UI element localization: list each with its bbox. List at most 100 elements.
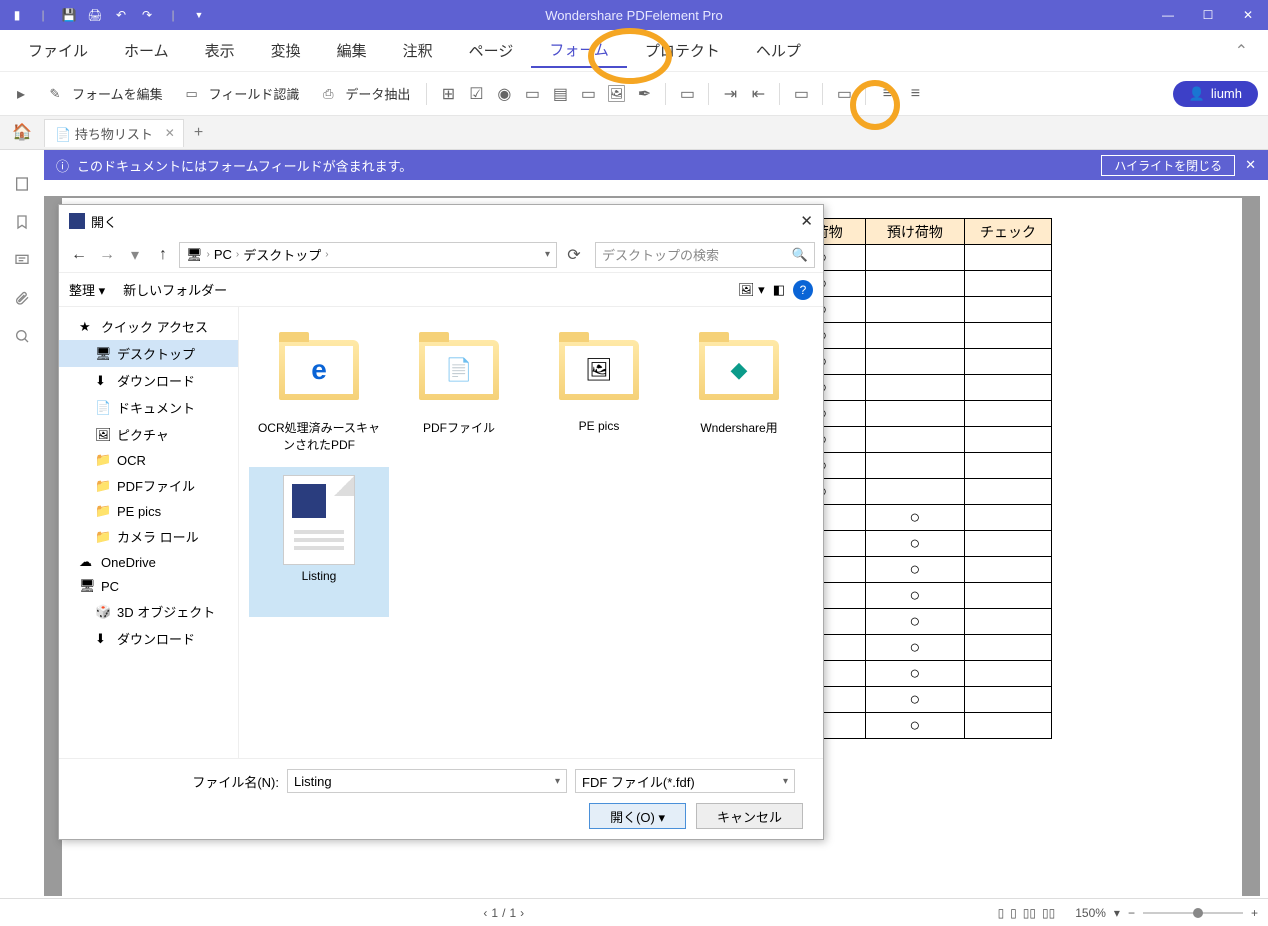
- bookmarks-icon[interactable]: [10, 210, 34, 234]
- refresh-icon[interactable]: ⟳: [561, 245, 587, 265]
- filename-input[interactable]: Listing ▾: [287, 769, 567, 793]
- edit-form-button[interactable]: ✎フォームを編集: [38, 79, 169, 109]
- menu-protect[interactable]: プロテクト: [627, 34, 738, 67]
- combobox-icon[interactable]: ▭: [521, 83, 543, 105]
- undo-icon[interactable]: ↶: [110, 4, 132, 26]
- folder-item[interactable]: 🖼PE pics: [529, 317, 669, 467]
- zoom-slider[interactable]: [1143, 912, 1243, 914]
- continuous-icon[interactable]: ▯: [1010, 906, 1017, 920]
- dialog-close-button[interactable]: ✕: [800, 212, 813, 230]
- save-icon[interactable]: 💾: [58, 4, 80, 26]
- add-tab-button[interactable]: +: [184, 124, 213, 142]
- chevron-down-icon[interactable]: ▾: [555, 776, 560, 787]
- page-navigator[interactable]: ‹ 1 / 1 ›: [483, 906, 524, 920]
- comments-icon[interactable]: [10, 248, 34, 272]
- file-filter-select[interactable]: FDF ファイル(*.fdf) ▾: [575, 769, 795, 793]
- data-extract-button[interactable]: ⎙データ抽出: [311, 79, 416, 109]
- button-icon[interactable]: ▭: [577, 83, 599, 105]
- tree-node[interactable]: ⬇ダウンロード: [59, 367, 238, 394]
- close-button[interactable]: ✕: [1228, 0, 1268, 30]
- radio-icon[interactable]: ◉: [493, 83, 515, 105]
- tree-node[interactable]: 📁OCR: [59, 448, 238, 472]
- thumbnails-icon[interactable]: [10, 172, 34, 196]
- file-item[interactable]: Listing: [249, 467, 389, 617]
- more-form-icon[interactable]: ▭: [790, 83, 812, 105]
- export-data-icon[interactable]: ⇤: [747, 83, 769, 105]
- close-highlight-button[interactable]: ハイライトを閉じる: [1101, 155, 1235, 176]
- redo-icon[interactable]: ↷: [136, 4, 158, 26]
- cancel-button[interactable]: キャンセル: [696, 803, 803, 829]
- menu-edit[interactable]: 編集: [319, 34, 385, 67]
- tree-node[interactable]: 📁PE pics: [59, 499, 238, 523]
- user-pill[interactable]: 👤liumh: [1173, 81, 1258, 107]
- tab-close-icon[interactable]: ✕: [165, 126, 175, 140]
- breadcrumb[interactable]: 🖥› PC› デスクトップ› ▾: [179, 242, 557, 268]
- tree-node[interactable]: ☁OneDrive: [59, 550, 238, 574]
- single-page-icon[interactable]: ▯: [998, 906, 1005, 920]
- tree-node[interactable]: 🖥デスクトップ: [59, 340, 238, 367]
- search-panel-icon[interactable]: [10, 324, 34, 348]
- minimize-button[interactable]: —: [1148, 0, 1188, 30]
- prev-page-icon[interactable]: ‹: [483, 906, 487, 920]
- menu-file[interactable]: ファイル: [10, 34, 106, 67]
- form-action-icon[interactable]: ▭: [676, 83, 698, 105]
- menu-form[interactable]: フォーム: [531, 33, 627, 68]
- field-recognition-button[interactable]: ▭フィールド認識: [175, 79, 306, 109]
- collapse-ribbon-icon[interactable]: ⌃: [1225, 41, 1258, 61]
- print-icon[interactable]: 🖨: [84, 4, 106, 26]
- two-continuous-icon[interactable]: ▯▯: [1042, 906, 1055, 920]
- tree-node[interactable]: ★クイック アクセス: [59, 313, 238, 340]
- menu-view[interactable]: 表示: [187, 34, 253, 67]
- listbox-icon[interactable]: ▤: [549, 83, 571, 105]
- checkbox-icon[interactable]: ☑: [465, 83, 487, 105]
- zoom-in-icon[interactable]: +: [1251, 906, 1258, 920]
- maximize-button[interactable]: ☐: [1188, 0, 1228, 30]
- textfield-icon[interactable]: ⊞: [437, 83, 459, 105]
- help-icon[interactable]: ?: [793, 280, 813, 300]
- menu-convert[interactable]: 変換: [253, 34, 319, 67]
- align-icon[interactable]: ≡: [876, 83, 898, 105]
- signature-icon[interactable]: ✒: [633, 83, 655, 105]
- menu-comment[interactable]: 注釈: [385, 34, 451, 67]
- folder-tree[interactable]: ★クイック アクセス🖥デスクトップ⬇ダウンロード📄ドキュメント🖼ピクチャ📁OCR…: [59, 307, 239, 758]
- tree-node[interactable]: 📄ドキュメント: [59, 394, 238, 421]
- nav-up-icon[interactable]: ↑: [151, 246, 175, 264]
- nav-recent-icon[interactable]: ▾: [123, 245, 147, 265]
- import-data-icon[interactable]: ⇥: [719, 83, 741, 105]
- clear-form-icon[interactable]: ▭: [833, 83, 855, 105]
- search-input[interactable]: デスクトップの検索 🔍: [595, 242, 815, 268]
- tree-node[interactable]: 🖼ピクチャ: [59, 421, 238, 448]
- home-icon[interactable]: 🏠: [12, 122, 32, 142]
- menu-home[interactable]: ホーム: [106, 34, 187, 67]
- folder-item[interactable]: eOCR処理済みースキャンされたPDF: [249, 317, 389, 467]
- distribute-icon[interactable]: ≡: [904, 83, 926, 105]
- image-icon[interactable]: 🖼: [605, 83, 627, 105]
- nav-forward-icon[interactable]: →: [95, 246, 119, 264]
- view-mode-icon[interactable]: 🖼 ▾: [738, 282, 765, 298]
- new-folder-button[interactable]: 新しいフォルダー: [123, 280, 227, 299]
- menu-page[interactable]: ページ: [451, 34, 532, 67]
- tree-node[interactable]: 🎲3D オブジェクト: [59, 598, 238, 625]
- dropdown-icon[interactable]: ▼: [188, 4, 210, 26]
- nav-back-icon[interactable]: ←: [67, 246, 91, 264]
- file-list[interactable]: eOCR処理済みースキャンされたPDF📄PDFファイル🖼PE pics◆Wnde…: [239, 307, 823, 758]
- document-tab[interactable]: 📄 持ち物リスト ✕: [44, 119, 184, 147]
- zoom-out-icon[interactable]: −: [1128, 906, 1135, 920]
- two-page-icon[interactable]: ▯▯: [1023, 906, 1036, 920]
- folder-item[interactable]: 📄PDFファイル: [389, 317, 529, 467]
- expand-icon[interactable]: ▸: [10, 83, 32, 105]
- zoom-dropdown-icon[interactable]: ▾: [1114, 906, 1120, 920]
- tree-node[interactable]: ⬇ダウンロード: [59, 625, 238, 652]
- chevron-down-icon[interactable]: ▾: [783, 776, 788, 787]
- folder-item[interactable]: ◆Wndershare用: [669, 317, 809, 467]
- crumb-dropdown-icon[interactable]: ▾: [545, 249, 550, 260]
- tree-node[interactable]: 📁PDFファイル: [59, 472, 238, 499]
- preview-pane-icon[interactable]: ◧: [773, 282, 785, 298]
- organize-button[interactable]: 整理 ▾: [69, 280, 105, 299]
- tree-node[interactable]: 🖥PC: [59, 574, 238, 598]
- open-button[interactable]: 開く(O) ▾: [589, 803, 686, 829]
- attachments-icon[interactable]: [10, 286, 34, 310]
- banner-close-icon[interactable]: ✕: [1245, 157, 1256, 173]
- next-page-icon[interactable]: ›: [520, 906, 524, 920]
- tree-node[interactable]: 📁カメラ ロール: [59, 523, 238, 550]
